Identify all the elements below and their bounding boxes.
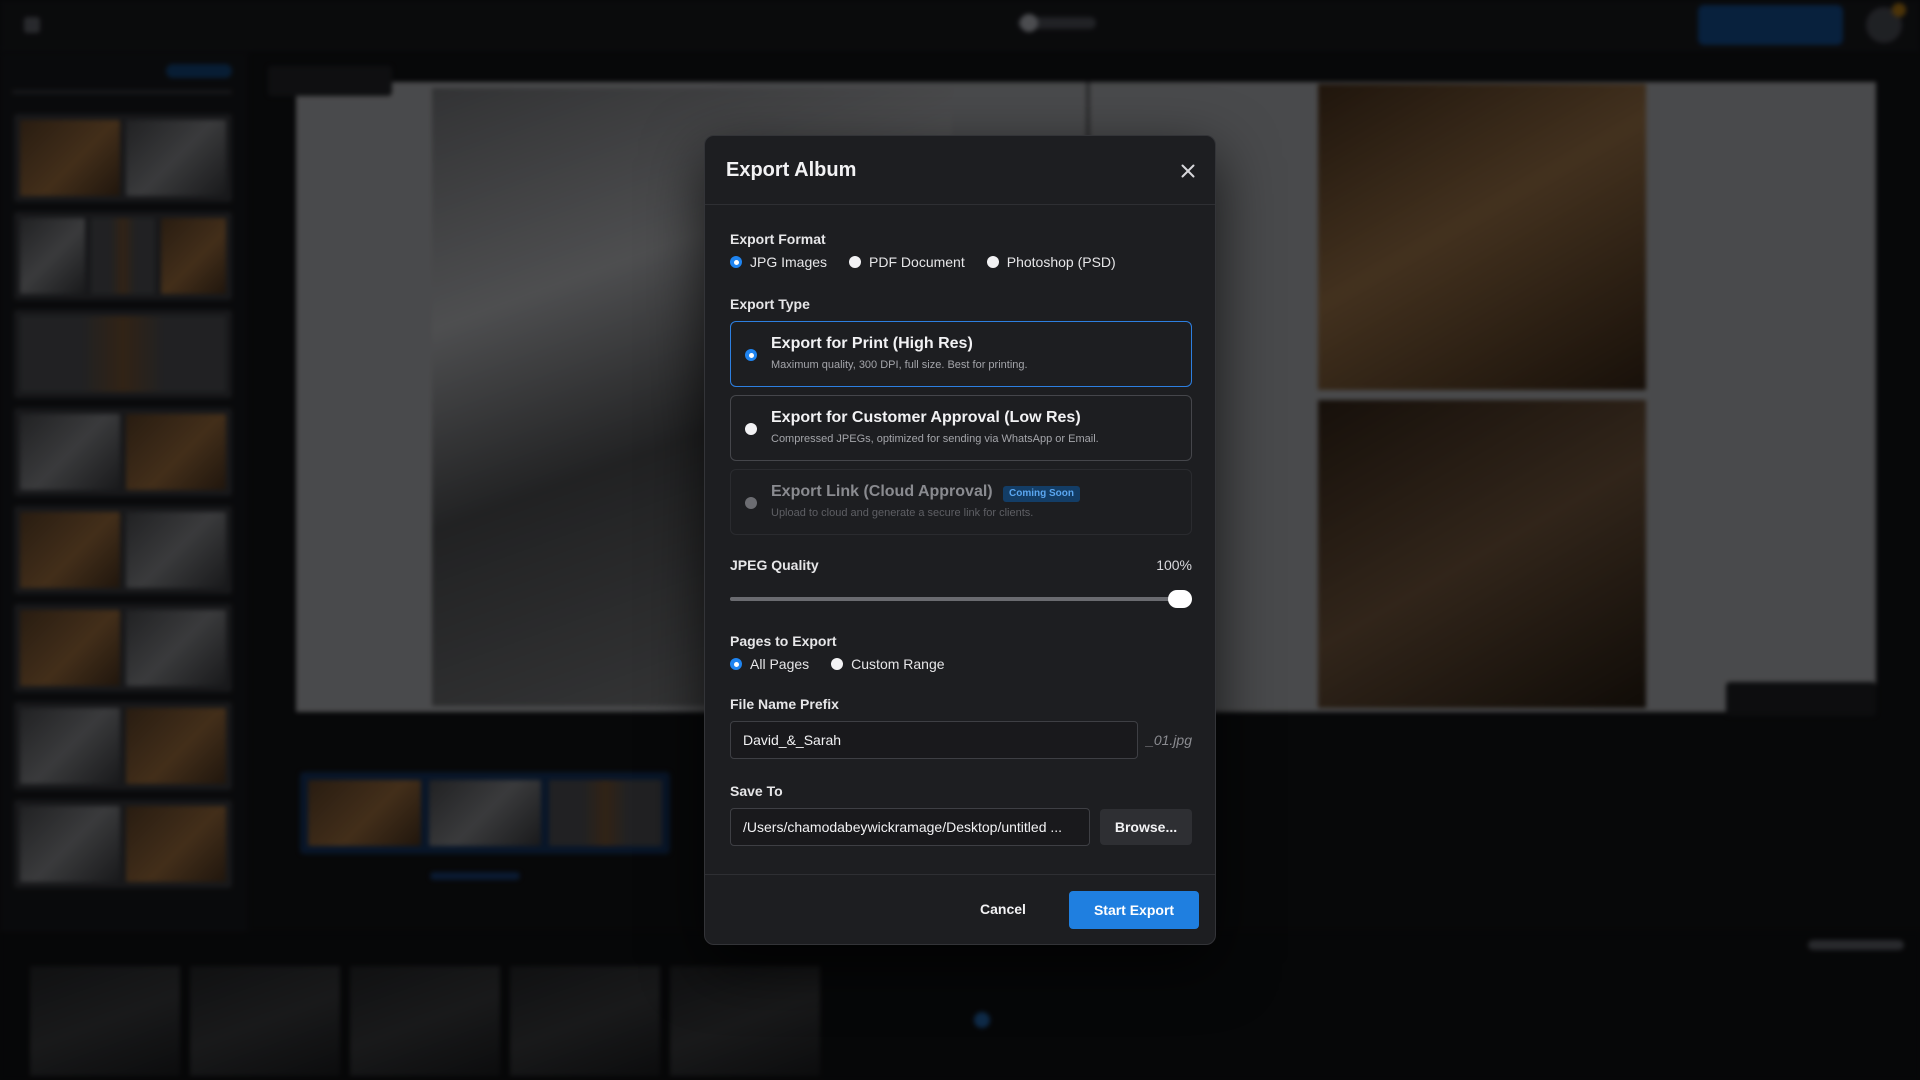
browse-button[interactable]: Browse... — [1100, 809, 1192, 845]
save-to-label: Save To — [730, 783, 783, 799]
export-type-approval[interactable]: Export for Customer Approval (Low Res) C… — [730, 395, 1192, 461]
slider-fill — [730, 597, 1192, 601]
format-option-label: JPG Images — [750, 254, 828, 270]
export-type-label: Export Type — [730, 296, 810, 312]
radio-selected-icon — [730, 256, 742, 268]
coming-soon-badge: Coming Soon — [1003, 486, 1080, 502]
export-format-options: JPG Images PDF Document Photoshop (PSD) — [730, 254, 1138, 270]
file-name-prefix-label: File Name Prefix — [730, 696, 839, 712]
jpeg-quality-slider[interactable] — [730, 590, 1192, 608]
export-type-description: Compressed JPEGs, optimized for sending … — [771, 433, 1099, 445]
pages-option-all[interactable]: All Pages — [730, 656, 809, 672]
pages-option-custom[interactable]: Custom Range — [831, 656, 945, 672]
close-button[interactable] — [1179, 162, 1197, 180]
export-type-title: Export Link (Cloud Approval) — [771, 483, 993, 500]
jpeg-quality-label: JPEG Quality — [730, 557, 819, 573]
export-type-title: Export for Print (High Res) — [771, 335, 973, 352]
radio-disabled-icon — [745, 497, 757, 509]
cancel-button[interactable]: Cancel — [968, 891, 1038, 927]
export-type-description: Maximum quality, 300 DPI, full size. Bes… — [771, 359, 1028, 371]
pages-to-export-label: Pages to Export — [730, 633, 837, 649]
start-export-button[interactable]: Start Export — [1069, 891, 1199, 929]
format-option-psd[interactable]: Photoshop (PSD) — [986, 254, 1116, 270]
pages-options: All Pages Custom Range — [730, 656, 967, 672]
save-path-input[interactable]: /Users/chamodabeywickramage/Desktop/unti… — [730, 808, 1090, 846]
close-icon — [1181, 164, 1195, 178]
pages-option-label: Custom Range — [851, 656, 945, 672]
export-type-description: Upload to cloud and generate a secure li… — [771, 507, 1034, 519]
radio-selected-icon — [730, 658, 742, 670]
format-option-jpg[interactable]: JPG Images — [730, 254, 827, 270]
radio-selected-icon — [745, 349, 757, 361]
format-option-label: PDF Document — [869, 254, 965, 270]
slider-thumb[interactable] — [1168, 590, 1192, 608]
export-type-print[interactable]: Export for Print (High Res) Maximum qual… — [730, 321, 1192, 387]
export-album-dialog: Export Album Export Format JPG Images PD… — [704, 135, 1216, 945]
pages-option-label: All Pages — [750, 656, 810, 672]
dialog-header: Export Album — [705, 136, 1215, 205]
format-option-pdf[interactable]: PDF Document — [849, 254, 965, 270]
export-format-label: Export Format — [730, 231, 826, 247]
dialog-footer: Cancel Start Export — [705, 874, 1215, 944]
radio-icon — [745, 423, 757, 435]
radio-icon — [849, 256, 862, 268]
file-name-prefix-input[interactable]: David_&_Sarah — [730, 721, 1138, 759]
export-type-cloud-link: Export Link (Cloud Approval) Coming Soon… — [730, 469, 1192, 535]
radio-icon — [986, 256, 999, 268]
radio-icon — [831, 658, 844, 670]
file-name-suffix: _01.jpg — [1146, 732, 1192, 748]
jpeg-quality-value: 100% — [1156, 557, 1192, 573]
format-option-label: Photoshop (PSD) — [1006, 254, 1116, 270]
dialog-title: Export Album — [726, 159, 857, 181]
export-type-title: Export for Customer Approval (Low Res) — [771, 409, 1081, 426]
